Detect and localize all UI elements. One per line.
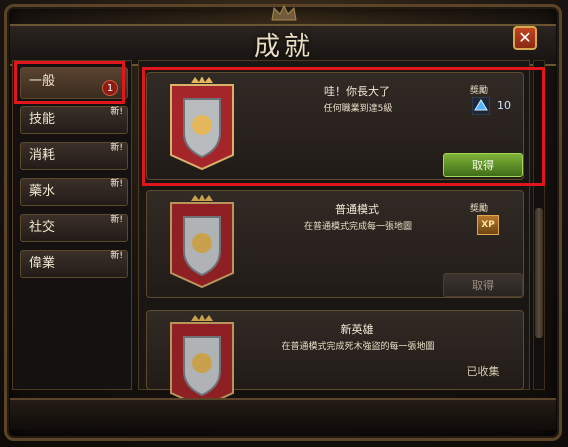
bottom-ornament-bar [10,398,556,430]
tab-feats[interactable]: 偉業 新! [20,250,128,278]
highlight-box-achievement [142,67,545,186]
tab-social[interactable]: 社交 新! [20,214,128,242]
claim-button[interactable]: 取得 [443,273,523,297]
new-badge: 新! [110,179,123,189]
highlight-box-tab [14,61,125,104]
achievement-title: 新英雄 [340,323,374,336]
close-button[interactable]: ✕ [513,26,537,50]
achievement-desc: 在普通模式完成每一張地圖 [303,222,412,232]
scrollbar-thumb[interactable] [535,208,543,338]
xp-icon: XP [477,215,499,235]
achievement-card: 新英雄 在普通模式完成死木強盜的每一張地圖 已收集 [146,310,524,409]
window-title: 成就 [253,32,314,62]
new-badge: 新! [110,107,123,117]
tab-potions[interactable]: 藥水 新! [20,178,128,206]
tab-skills[interactable]: 技能 新! [20,106,128,134]
close-icon: ✕ [518,28,532,47]
crown-ornament-icon [271,4,297,21]
lion-shield-banner-icon [170,195,234,289]
achievement-title: 普通模式 [335,203,379,216]
achievement-card: 普通模式 在普通模式完成每一張地圖 獎勵 XP 取得 [146,190,524,298]
tab-label: 社交 [29,220,56,235]
reward-label: 獎勵 [469,204,488,214]
tab-label: 技能 [29,112,56,127]
tab-label: 藥水 [29,184,56,199]
new-badge: 新! [110,143,123,153]
tab-label: 偉業 [29,256,56,271]
new-badge: 新! [110,251,123,261]
collected-label: 已收集 [466,365,500,378]
tab-label: 消耗 [29,148,56,163]
tab-consumables[interactable]: 消耗 新! [20,142,128,170]
lion-shield-banner-icon [170,315,234,409]
new-badge: 新! [110,215,123,225]
achievement-desc: 在普通模式完成死木強盜的每一張地圖 [281,342,435,352]
